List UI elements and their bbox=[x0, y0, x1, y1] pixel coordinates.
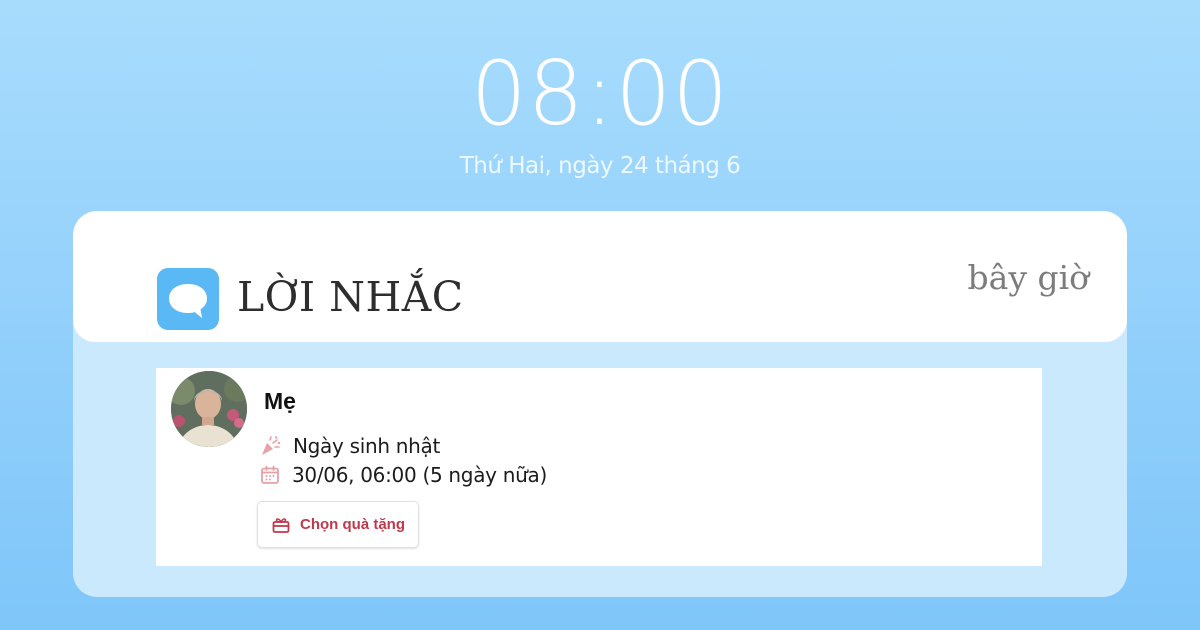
lockscreen-date: Thứ Hai, ngày 24 tháng 6 bbox=[459, 153, 741, 179]
notification-timestamp: bây giờ bbox=[967, 258, 1089, 297]
contact-name: Mẹ bbox=[264, 388, 296, 414]
gift-icon bbox=[272, 516, 290, 534]
lockscreen-clock: 08:00 bbox=[470, 42, 730, 145]
date-row: 30/06, 06:00 (5 ngày nữa) bbox=[259, 461, 547, 489]
occasion-row: Ngày sinh nhật bbox=[259, 432, 440, 460]
occasion-label: Ngày sinh nhật bbox=[293, 434, 441, 458]
notification-card[interactable]: LỜI NHẮC bây giờ Mẹ Ngày sinh nhật 30/06… bbox=[73, 211, 1127, 597]
reminder-item[interactable]: Mẹ Ngày sinh nhật 30/06, 06:00 (5 ngày n… bbox=[156, 368, 1042, 566]
app-name: LỜI NHẮC bbox=[237, 273, 464, 321]
choose-gift-label: Chọn quà tặng bbox=[300, 516, 405, 533]
avatar bbox=[171, 371, 247, 447]
choose-gift-button[interactable]: Chọn quà tặng bbox=[257, 501, 419, 548]
chat-bubble-icon bbox=[157, 268, 219, 330]
reminder-datetime: 30/06, 06:00 (5 ngày nữa) bbox=[292, 463, 547, 487]
notification-header: LỜI NHẮC bây giờ bbox=[73, 211, 1127, 342]
calendar-icon bbox=[259, 464, 281, 486]
party-popper-icon bbox=[259, 435, 281, 457]
